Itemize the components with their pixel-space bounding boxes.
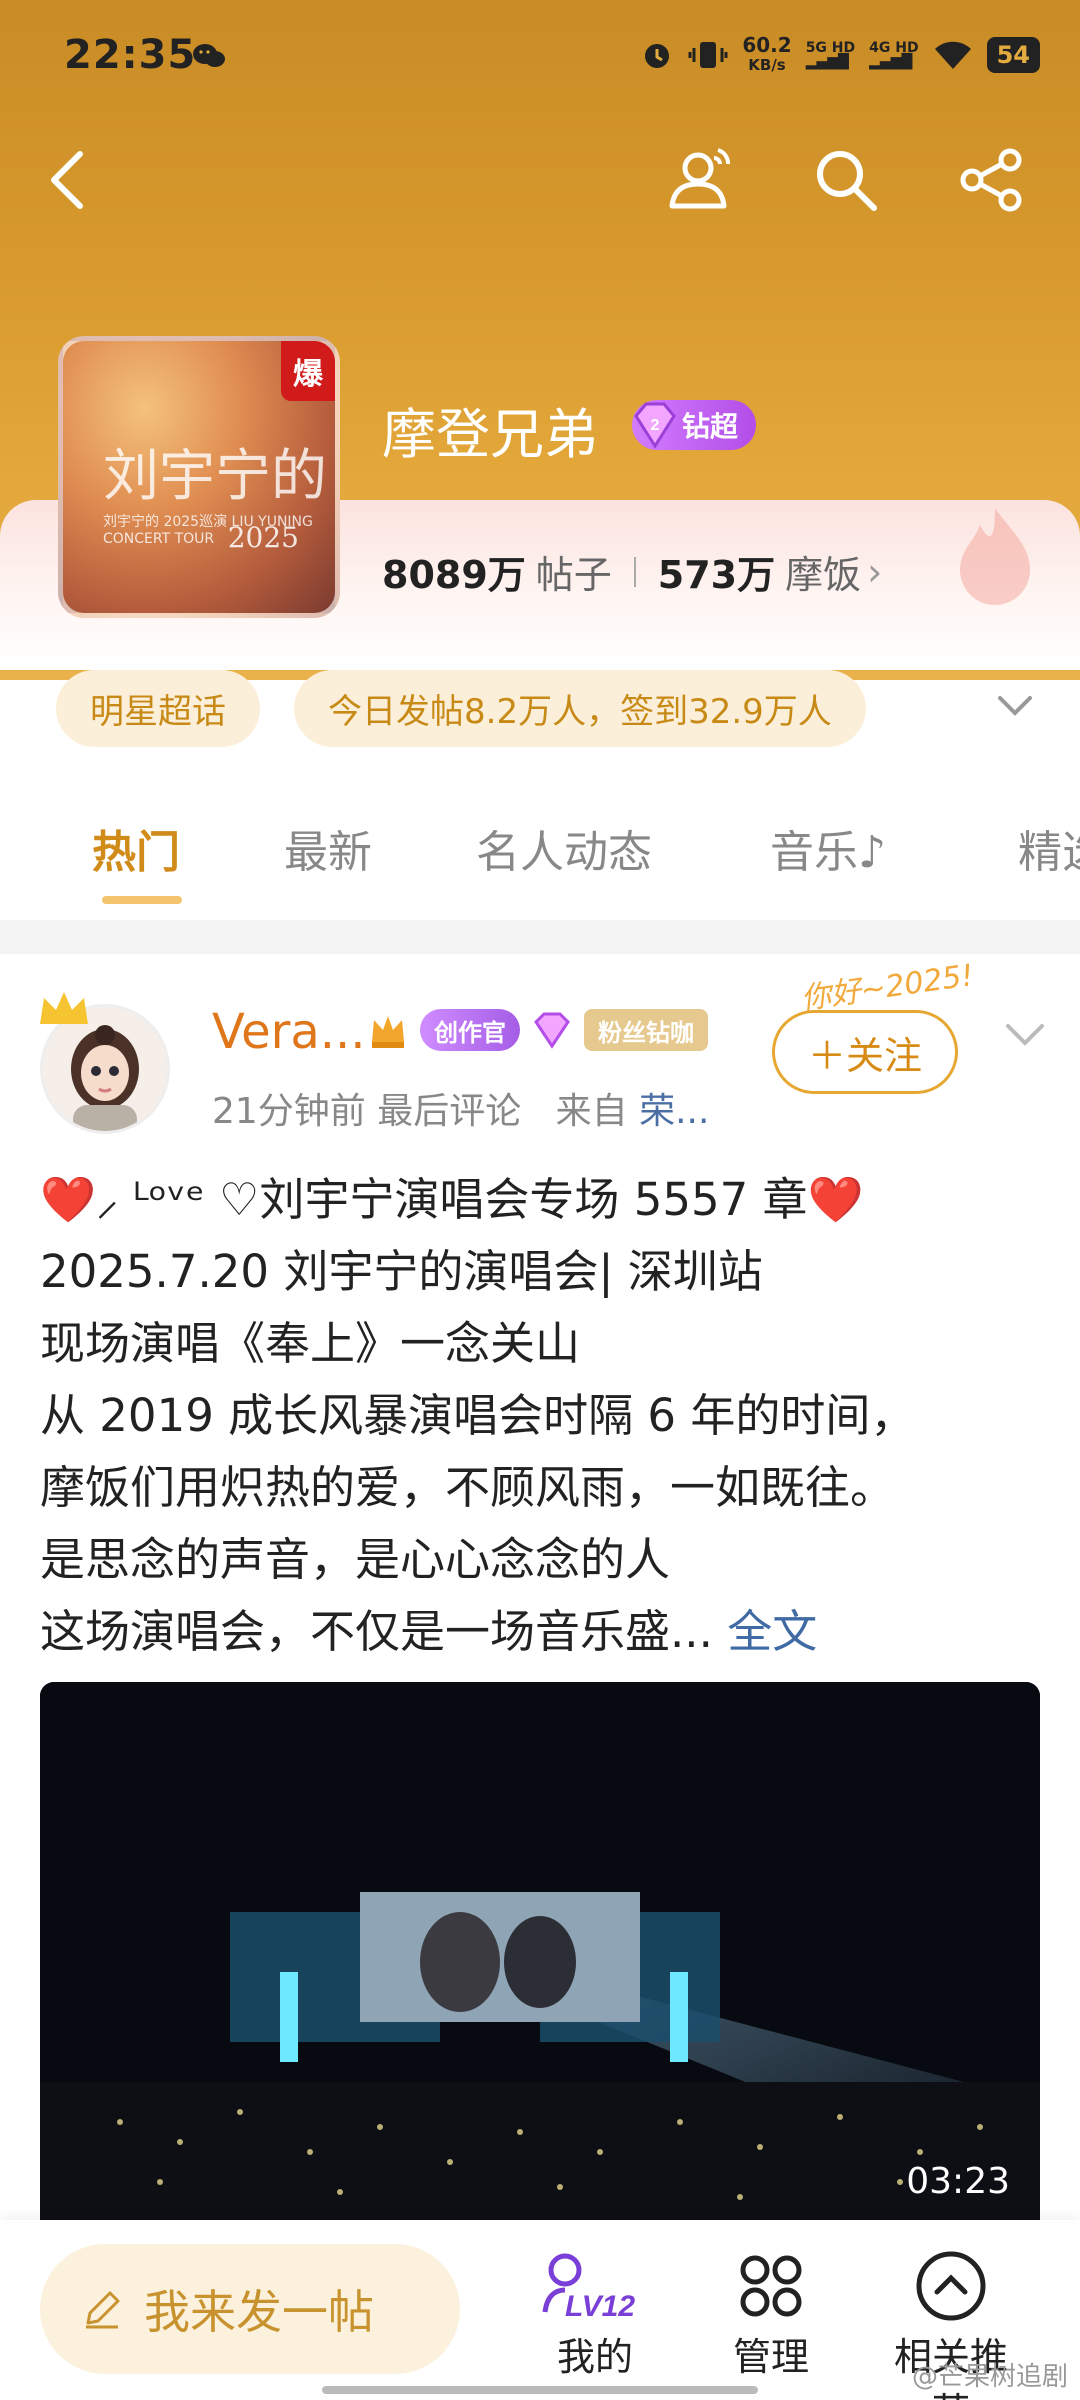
creator-badge: 创作官 bbox=[420, 1009, 520, 1051]
post-time: 21分钟前 最后评论 bbox=[212, 1091, 522, 1132]
watermark: @芒果树追剧 bbox=[911, 2362, 1068, 2392]
top-nav bbox=[0, 140, 1080, 240]
section-divider bbox=[0, 920, 1080, 954]
search-icon bbox=[817, 151, 877, 211]
tab-featured[interactable]: 精选 bbox=[1018, 816, 1080, 880]
user-avatar[interactable] bbox=[40, 992, 170, 1134]
fans-label: 摩饭 bbox=[785, 553, 862, 597]
post-meta: 21分钟前 最后评论 来自 荣... bbox=[212, 1082, 709, 1134]
hot-badge: 爆 bbox=[281, 341, 335, 401]
cover-subtitle: 刘宇宁的 2025巡演 LIU YUNING CONCERT TOUR bbox=[103, 514, 313, 547]
chip-category[interactable]: 明星超话 bbox=[56, 670, 260, 747]
nav-mine-label: 我的 bbox=[556, 2335, 633, 2379]
fans-count: 573万 bbox=[657, 553, 776, 597]
share-button[interactable] bbox=[952, 140, 1032, 220]
post-line: 现场演唱《奉上》一念关山 bbox=[40, 1317, 581, 1370]
cover-year: 2025 bbox=[227, 521, 299, 554]
topic-name: 摩登兄弟 bbox=[382, 403, 598, 466]
post-line: 摩饭们用炽热的爱，不顾风雨，一如既往。 bbox=[40, 1461, 896, 1514]
post-line: 是思念的声音，是心心念念的人 bbox=[40, 1533, 671, 1586]
tab-celebrity[interactable]: 名人动态 bbox=[476, 816, 652, 880]
username[interactable]: Vera... bbox=[212, 1004, 366, 1060]
battery-indicator: 54 bbox=[986, 37, 1040, 73]
flame-icon bbox=[960, 508, 1030, 605]
manage-icon bbox=[740, 2255, 802, 2317]
net-speed: 60.2 KB/s bbox=[742, 33, 792, 74]
back-button[interactable] bbox=[26, 140, 106, 220]
vibrate-icon bbox=[688, 42, 728, 68]
home-indicator[interactable] bbox=[322, 2386, 758, 2394]
post-line: ❤️⸝ ᴸᵒᵛᵉ ♡刘宇宁演唱会专场 5557 章❤️ bbox=[40, 1173, 864, 1226]
alarm-icon bbox=[645, 44, 670, 68]
fan-badge: 粉丝钻咖 bbox=[584, 1009, 708, 1051]
status-time: 22:35 bbox=[64, 32, 197, 78]
topic-stats[interactable]: 8089万 帖子 573万 摩饭 › bbox=[382, 544, 882, 599]
members-button[interactable] bbox=[660, 140, 740, 220]
tier-badge[interactable]: 2 钻超 bbox=[632, 400, 757, 450]
compose-button[interactable]: 我来发一帖 bbox=[40, 2244, 460, 2374]
signal-4g: 4G HD ▂▄▆█ bbox=[869, 40, 919, 70]
signal-5g: 5G HD ▂▄▆█ bbox=[805, 40, 856, 70]
greeting-decoration: 你好~2025! bbox=[798, 958, 976, 1017]
post-source[interactable]: 荣... bbox=[639, 1091, 709, 1132]
cover-title: 刘宇宁的 bbox=[103, 444, 327, 509]
chip-daily-stats[interactable]: 今日发帖8.2万人，签到32.9万人 bbox=[294, 670, 866, 747]
tab-music[interactable]: 音乐♪ bbox=[770, 816, 886, 880]
post-line-last: 这场演唱会，不仅是一场音乐盛... 全文 bbox=[40, 1605, 818, 1658]
source-prefix: 来自 bbox=[555, 1091, 628, 1132]
compose-label: 我来发一帖 bbox=[144, 2285, 374, 2339]
concert-scene bbox=[40, 1682, 1040, 2222]
svg-text:2: 2 bbox=[651, 417, 660, 434]
back-icon bbox=[51, 151, 83, 209]
user-level-icon: LV12 bbox=[542, 2253, 635, 2323]
wifi-icon bbox=[934, 41, 971, 69]
full-text-link[interactable]: 全文 bbox=[727, 1605, 817, 1658]
status-bar: 22:35 60.2 KB/s 5G HD ▂▄▆█ 4G HD ▂▄▆█ 54 bbox=[0, 0, 1080, 110]
post-body[interactable]: ❤️⸝ ᴸᵒᵛᵉ ♡刘宇宁演唱会专场 5557 章❤️ 2025.7.20 刘宇… bbox=[40, 1164, 1050, 1668]
post-video[interactable]: 03:23 bbox=[40, 1682, 1040, 2222]
chevron-right-icon: › bbox=[867, 549, 883, 594]
chevron-down-icon[interactable] bbox=[990, 680, 1040, 730]
crown-icon bbox=[40, 992, 88, 1024]
chevron-down-icon[interactable] bbox=[1000, 1010, 1050, 1060]
post-line: 从 2019 成长风暴演唱会时隔 6 年的时间， bbox=[40, 1389, 916, 1442]
posts-label: 帖子 bbox=[535, 553, 612, 597]
tier-label: 钻超 bbox=[682, 410, 739, 443]
wechat-icon bbox=[193, 44, 225, 67]
search-button[interactable] bbox=[806, 140, 886, 220]
tab-hot[interactable]: 热门 bbox=[92, 816, 180, 880]
posts-count: 8089万 bbox=[382, 553, 526, 597]
vip-crown-icon bbox=[372, 1016, 404, 1048]
diamond-icon: 2 bbox=[634, 402, 676, 449]
stats-divider bbox=[633, 556, 636, 587]
people-chat-icon bbox=[669, 148, 730, 209]
share-icon bbox=[960, 148, 1022, 212]
active-tab-indicator bbox=[102, 896, 182, 904]
status-icons: 60.2 KB/s 5G HD ▂▄▆█ 4G HD ▂▄▆█ 54 bbox=[640, 30, 1040, 80]
tab-latest[interactable]: 最新 bbox=[284, 816, 372, 880]
user-badges: 创作官 粉丝钻咖 bbox=[366, 1008, 708, 1052]
topic-chips: 明星超话 今日发帖8.2万人，签到32.9万人 bbox=[56, 670, 866, 747]
nav-mine[interactable]: LV12 我的 bbox=[520, 2246, 670, 2381]
chevron-up-circle-icon bbox=[916, 2251, 986, 2321]
level-text: LV12 bbox=[565, 2290, 635, 2323]
fan-level-icon bbox=[534, 1012, 570, 1049]
nav-manage-label: 管理 bbox=[732, 2335, 809, 2379]
nav-manage[interactable]: 管理 bbox=[696, 2246, 846, 2381]
video-duration: 03:23 bbox=[906, 2161, 1010, 2202]
topic-cover-image[interactable]: 刘宇宁的 刘宇宁的 2025巡演 LIU YUNING CONCERT TOUR… bbox=[58, 336, 340, 618]
follow-button[interactable]: ＋关注 bbox=[772, 1010, 958, 1094]
post-line: 2025.7.20 刘宇宁的演唱会| 深圳站 bbox=[40, 1245, 763, 1298]
pencil-icon bbox=[86, 2291, 120, 2329]
